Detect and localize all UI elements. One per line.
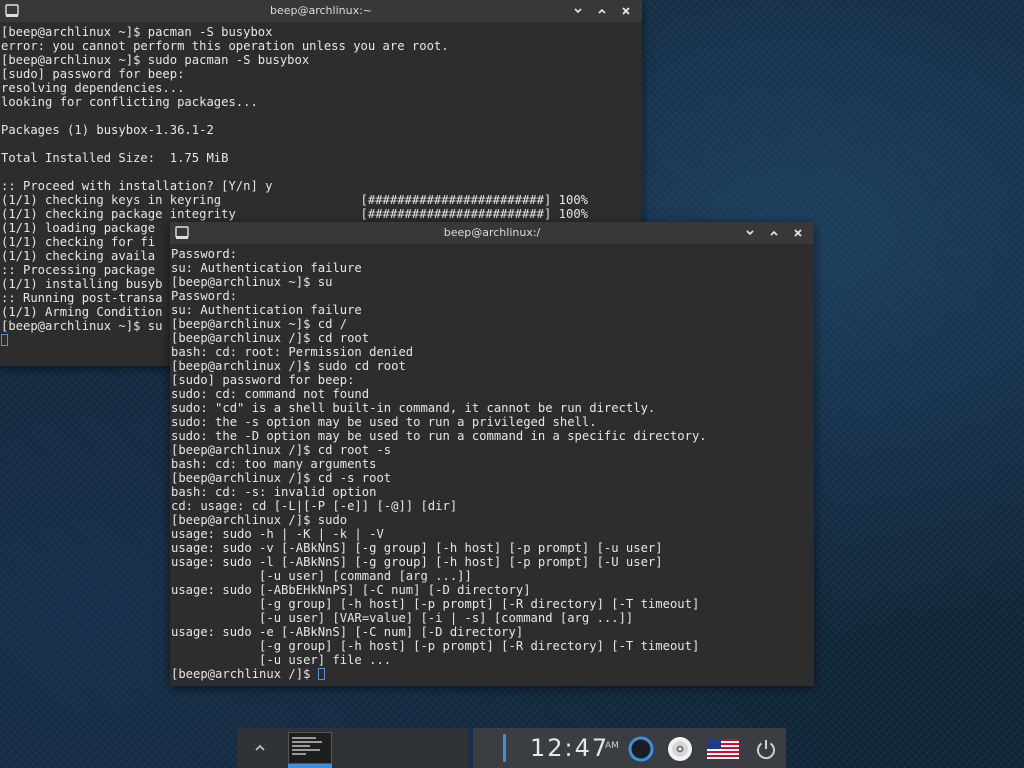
terminal-line: [-g group] [-h host] [-p prompt] [-R dir… bbox=[171, 639, 700, 653]
terminal-line: error: you cannot perform this operation… bbox=[1, 39, 449, 53]
system-tray: 12:47 AM bbox=[473, 728, 786, 768]
chevron-down-icon bbox=[746, 230, 754, 236]
circle-ring-icon[interactable] bbox=[628, 736, 654, 762]
chevron-up-icon[interactable] bbox=[252, 740, 268, 756]
terminal-output[interactable]: Password: su: Authentication failure [beep… bbox=[170, 244, 814, 681]
terminal-app-icon bbox=[5, 4, 19, 17]
terminal-line: [beep@archlinux /]$ cd root bbox=[171, 331, 370, 345]
text-cursor bbox=[317, 668, 325, 680]
terminal-line: [beep@archlinux /]$ sudo cd root bbox=[171, 359, 406, 373]
terminal-line: bash: cd: root: Permission denied bbox=[171, 345, 414, 359]
terminal-line: sudo: cd: command not found bbox=[171, 387, 370, 401]
terminal-line: sudo: the -D option may be used to run a… bbox=[171, 429, 707, 443]
terminal-line: Packages (1) busybox-1.36.1-2 bbox=[1, 123, 214, 137]
terminal-line: [beep@archlinux ~]$ cd / bbox=[171, 317, 348, 331]
chevron-up-icon bbox=[598, 8, 606, 14]
close-icon bbox=[794, 229, 802, 237]
window-title: beep@archlinux:~ bbox=[269, 4, 373, 17]
terminal-line: [beep@archlinux ~]$ pacman -S busybox bbox=[1, 25, 273, 39]
terminal-line: [sudo] password for beep: bbox=[171, 373, 355, 387]
terminal-line: resolving dependencies... bbox=[1, 81, 185, 95]
terminal-app-icon bbox=[175, 226, 189, 239]
taskbar: 12:47 AM bbox=[238, 728, 786, 768]
terminal-line: usage: sudo -e [-ABkNnS] [-C num] [-D di… bbox=[171, 625, 524, 639]
text-cursor bbox=[1, 334, 8, 346]
window-title: beep@archlinux:/ bbox=[443, 226, 541, 239]
terminal-line: [beep@archlinux /]$ cd root -s bbox=[171, 443, 392, 457]
maximize-button[interactable] bbox=[762, 222, 786, 244]
terminal-line: [beep@archlinux /]$ bbox=[171, 667, 814, 681]
terminal-line: bash: cd: -s: invalid option bbox=[171, 485, 377, 499]
power-icon[interactable] bbox=[753, 736, 779, 762]
terminal-line: cd: usage: cd [-L|[-P [-e]] [-@]] [dir] bbox=[171, 499, 458, 513]
terminal-line: usage: sudo -v [-ABkNnS] [-g group] [-h … bbox=[171, 541, 663, 555]
terminal-line: usage: sudo -l [-ABkNnS] [-g group] [-h … bbox=[171, 555, 663, 569]
terminal-line: Total Installed Size: 1.75 MiB bbox=[1, 151, 229, 165]
titlebar[interactable]: beep@archlinux:/ bbox=[170, 222, 814, 244]
terminal-line: usage: sudo [-ABbEHkNnPS] [-C num] [-D d… bbox=[171, 583, 531, 597]
terminal-line: usage: sudo -h | -K | -k | -V bbox=[171, 527, 384, 541]
taskbar-windows-section bbox=[238, 728, 468, 768]
us-flag-icon[interactable] bbox=[707, 739, 739, 759]
terminal-line: (1/1) checking package integrity [######… bbox=[1, 207, 588, 221]
titlebar[interactable]: beep@archlinux:~ bbox=[0, 0, 642, 22]
terminal-line: [beep@archlinux /]$ cd -s root bbox=[171, 471, 392, 485]
clock-ampm: AM bbox=[605, 741, 619, 751]
terminal-line: su: Authentication failure bbox=[171, 303, 362, 317]
terminal-line: Password: bbox=[171, 247, 238, 261]
terminal-line: bash: cd: too many arguments bbox=[171, 457, 377, 471]
terminal-line: [-g group] [-h host] [-p prompt] [-R dir… bbox=[171, 597, 700, 611]
chevron-down-icon bbox=[574, 8, 582, 14]
terminal-task-thumbnail[interactable] bbox=[288, 732, 332, 764]
cd-drive-icon[interactable] bbox=[667, 736, 693, 762]
close-icon bbox=[622, 7, 630, 15]
terminal-window-root[interactable]: beep@archlinux:/ Password: su: Authentica… bbox=[170, 222, 814, 686]
close-button[interactable] bbox=[614, 0, 638, 22]
terminal-line: [-u user] [VAR=value] [-i | -s] [command… bbox=[171, 611, 634, 625]
terminal-line: [beep@archlinux ~]$ sudo pacman -S busyb… bbox=[1, 53, 310, 67]
terminal-line: sudo: the -s option may be used to run a… bbox=[171, 415, 597, 429]
chevron-up-icon bbox=[770, 230, 778, 236]
terminal-line: (1/1) checking keys in keyring [########… bbox=[1, 193, 588, 207]
maximize-button[interactable] bbox=[590, 0, 614, 22]
terminal-line: :: Proceed with installation? [Y/n] y bbox=[1, 179, 273, 193]
terminal-line: sudo: "cd" is a shell built-in command, … bbox=[171, 401, 656, 415]
terminal-line: [-u user] [command [arg ...]] bbox=[171, 569, 472, 583]
terminal-line: [beep@archlinux /]$ sudo bbox=[171, 513, 348, 527]
minimize-button[interactable] bbox=[738, 222, 762, 244]
active-task-indicator bbox=[288, 764, 332, 768]
minimize-button[interactable] bbox=[566, 0, 590, 22]
clock[interactable]: 12:47 bbox=[530, 732, 609, 764]
terminal-line: Password: bbox=[171, 289, 238, 303]
terminal-line: [sudo] password for beep: bbox=[1, 67, 185, 81]
terminal-line: su: Authentication failure bbox=[171, 261, 362, 275]
terminal-line: [beep@archlinux ~]$ su bbox=[171, 275, 333, 289]
close-button[interactable] bbox=[786, 222, 810, 244]
terminal-line: looking for conflicting packages... bbox=[1, 95, 258, 109]
terminal-line: [-u user] file ... bbox=[171, 653, 392, 667]
workspace-indicator bbox=[503, 734, 506, 762]
